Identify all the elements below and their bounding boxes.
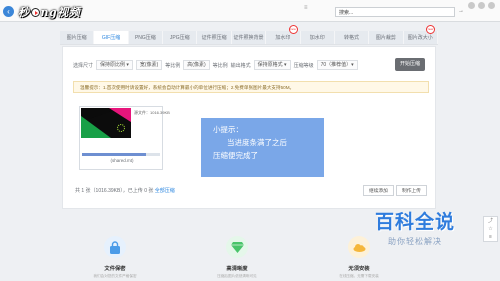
height-input[interactable]: 高(像素) [183,60,210,70]
continue-add-button[interactable]: 继续添加 [363,185,394,196]
feature-hd: 高清晰度 压缩后图片依然清晰可见 [212,236,262,279]
tool-tabs: 图片压缩 GIF压缩 PNG压缩 JPG压缩 证件照压缩 证件照换背景 加水印 n… [60,25,438,45]
size-label: 选择尺寸 [73,62,94,69]
feature-title: 文件保密 [104,266,126,272]
gif-thumbnail [81,108,131,138]
format-select[interactable]: 保持原格式 ▾ [253,60,291,70]
tab-label: 加水印 [275,35,291,41]
file-caption: (shared.mt) [110,158,134,163]
tab-label: 图片裁剪 [375,35,396,41]
menu-icon[interactable]: ≡ [304,5,311,14]
tip-box: 小提示： 当进度条满了之后 压缩便完成了 [201,118,324,177]
file-card[interactable]: 源文件：1016.39KB (shared.mt) [79,106,170,170]
file-count-text: 共 1 张（1016.39KB），已上传 0 张 [75,188,154,194]
feature-desc: 压缩后图片依然清晰可见 [217,274,257,278]
ratio-label: 等比例 [165,62,181,69]
compress-all-link[interactable]: 全部压缩 [155,188,175,194]
width-input[interactable]: 宽(像素) [135,60,163,70]
new-badge: new [288,25,298,34]
size-select[interactable]: 保持原比例 ▾ [96,60,133,70]
tab-label: 证件照压缩 [201,35,227,41]
tab-image-compress[interactable]: 图片压缩 [60,31,94,44]
feature-desc: 我们会对您的文件严格保密 [93,274,137,278]
ratio-label: 等比例 [212,62,228,69]
tab-label: 图片压缩 [66,35,87,41]
tab-add-watermark[interactable]: 加水印 new [266,25,300,44]
circle-icon[interactable] [468,2,475,9]
tab-add-watermark-2[interactable]: 加水印 [300,31,334,44]
level-label: 压缩等级 [293,62,314,69]
watermark-sub: 助你轻松解决 [388,237,442,246]
logo-text-right: ng视频 [40,6,81,19]
compress-panel: 选择尺寸 保持原比例 ▾ 宽(像素) 等比例 高(像素) 等比例 输出格式 保持… [62,46,436,209]
file-count: 共 1 张（1016.39KB），已上传 0 张 全部压缩 [75,187,175,194]
watermark-main: 百科全说 [374,211,455,233]
tab-png-compress[interactable]: PNG压缩 [128,31,163,44]
tab-id-photo-compress[interactable]: 证件照压缩 [197,31,231,44]
compress-progress [82,153,160,156]
side-toolbar: ⤴ ☆ ≡ [483,216,498,242]
format-label: 输出格式 [230,62,251,69]
share-icon[interactable]: ⤴ [484,217,497,225]
notice-bar: 温馨提示：1.首次使用时请设置好，系统会自动计算最小的单位进行压缩；2.免费单张… [73,81,429,93]
circle-icon[interactable] [488,2,495,9]
logo-text-left: 秒 [18,6,30,19]
search-input[interactable]: 搜索... [335,7,455,17]
play-icon [30,7,40,17]
tab-label: PNG压缩 [134,35,156,41]
tab-label: GIF压缩 [101,35,121,41]
tip-line: 压缩便完成了 [213,151,258,160]
tab-convert-format[interactable]: 转格式 [334,31,369,44]
tab-label: 转格式 [344,35,360,41]
progress-fill [82,153,146,156]
star-icon[interactable]: ☆ [484,225,497,233]
tip-line: 小提示： [213,125,243,134]
tab-label: 证件照换背景 [233,35,264,41]
browser-toolbar: ‹ 秒 ng视频 ≡ 搜索... → [0,0,500,22]
tab-jpg-compress[interactable]: JPG压缩 [163,31,197,44]
make-upload-button[interactable]: 制作上传 [396,185,427,196]
tab-id-photo-background[interactable]: 证件照换背景 [231,31,266,44]
feature-secure: 文件保密 我们会对您的文件严格保密 [90,236,140,279]
diamond-icon [226,236,248,258]
file-size: 源文件：1016.39KB [134,110,170,115]
feature-title: 高清晰度 [226,266,248,272]
thumbnail-graphic [81,108,131,138]
feature-title: 无须安装 [348,266,370,272]
tab-label: 加水印 [309,35,325,41]
list-icon[interactable]: ≡ [484,233,497,241]
circle-icon[interactable] [478,2,485,9]
tip-line: 当进度条满了之后 [227,138,287,147]
tab-label: 图片改大小 [407,35,433,41]
forward-arrow-icon[interactable]: → [458,8,466,16]
start-compress-button[interactable]: 开始压缩 [394,58,425,71]
tab-resize[interactable]: 图片改大小 new [403,25,437,44]
options-row: 选择尺寸 保持原比例 ▾ 宽(像素) 等比例 高(像素) 等比例 输出格式 保持… [73,58,429,72]
tab-gif-compress[interactable]: GIF压缩 [94,31,128,44]
feature-desc: 在线压缩，无需下载安装 [339,274,379,278]
tab-crop[interactable]: 图片裁剪 [369,31,403,44]
video-logo: 秒 ng视频 [18,4,80,20]
back-arrow-icon[interactable]: ‹ [3,6,14,17]
tab-label: JPG压缩 [169,35,190,41]
lock-icon [104,236,126,258]
new-badge: new [425,25,435,34]
watermark: 百科全说 助你轻松解决 [365,207,465,247]
level-select[interactable]: 70（推荐值）▾ [316,60,358,70]
